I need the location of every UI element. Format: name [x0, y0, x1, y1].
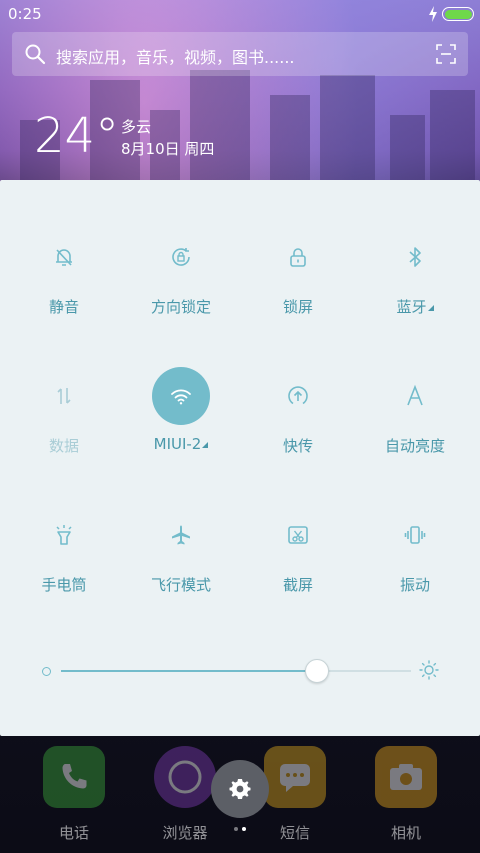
toggle-label: 振动 — [399, 576, 430, 594]
phone-icon — [62, 764, 87, 789]
brightness-slider[interactable] — [61, 670, 411, 672]
weather-temperature: 24° — [34, 108, 120, 164]
toggle-quick-share[interactable]: 快传 — [238, 367, 358, 477]
toggle-screenshot[interactable]: 截屏 — [238, 506, 358, 616]
brightness-fill — [61, 670, 317, 672]
dock-label-camera: 相机 — [390, 824, 421, 842]
toggle-label: MIUI-2 — [153, 435, 202, 453]
toggle-label: 飞行模式 — [150, 576, 211, 594]
dock-label-messages: 短信 — [279, 824, 310, 842]
dock-label-browser: 浏览器 — [162, 824, 208, 842]
brightness-high-icon — [419, 660, 439, 680]
expand-menu-icon — [427, 305, 434, 311]
screenshot-icon — [269, 506, 327, 564]
expand-menu-icon — [202, 442, 209, 448]
scan-icon[interactable] — [436, 44, 456, 64]
dock-app-camera[interactable] — [375, 746, 437, 808]
weather-date: 8月10日 周四 — [121, 140, 215, 158]
status-bar: 0:25 — [0, 0, 480, 28]
browser-icon — [168, 760, 202, 794]
brightness-low-icon — [42, 667, 51, 676]
dock-app-browser[interactable] — [154, 746, 216, 808]
page-indicator — [232, 827, 252, 833]
auto-brightness-icon — [386, 367, 444, 425]
toggle-bluetooth[interactable]: 蓝牙 — [355, 228, 475, 338]
toggle-label: 自动亮度 — [384, 437, 445, 455]
toggle-auto-brightness[interactable]: 自动亮度 — [355, 367, 475, 477]
search-bar[interactable]: 搜索应用，音乐，视频，图书...... — [12, 32, 468, 76]
toggle-label: 蓝牙 — [396, 298, 427, 316]
vibrate-icon — [386, 506, 444, 564]
airplane-icon — [152, 506, 210, 564]
rotation-lock-icon — [152, 228, 210, 286]
toggle-flashlight[interactable]: 手电筒 — [4, 506, 124, 616]
search-icon — [25, 44, 46, 65]
dock-app-messages[interactable] — [264, 746, 326, 808]
dock-app-phone[interactable] — [43, 746, 105, 808]
page-dot-active — [242, 827, 246, 831]
brightness-thumb[interactable] — [304, 659, 329, 683]
battery-icon — [442, 7, 474, 21]
toggle-label: 静音 — [48, 298, 79, 316]
toggle-vibrate[interactable]: 振动 — [355, 506, 475, 616]
bluetooth-icon — [386, 228, 444, 286]
toggle-airplane-mode[interactable]: 飞行模式 — [121, 506, 241, 616]
wifi-icon — [152, 367, 210, 425]
toggle-label-wrap: MIUI-2 — [121, 435, 241, 453]
flashlight-icon — [35, 506, 93, 564]
status-time: 0:25 — [8, 5, 42, 23]
search-placeholder: 搜索应用，音乐，视频，图书...... — [56, 48, 295, 67]
charging-icon — [429, 6, 437, 22]
bell-off-icon — [35, 228, 93, 286]
dock-label-phone: 电话 — [58, 824, 89, 842]
weather-condition: 多云 — [121, 118, 152, 136]
toggle-wifi[interactable]: MIUI-2 — [121, 367, 241, 477]
toggle-mobile-data[interactable]: 数据 — [4, 367, 124, 477]
toggle-label: 截屏 — [282, 576, 313, 594]
page-dot — [234, 827, 238, 831]
quick-share-icon — [269, 367, 327, 425]
toggle-lock-screen[interactable]: 锁屏 — [238, 228, 358, 338]
mobile-data-icon — [35, 367, 93, 425]
lock-icon — [269, 228, 327, 286]
toggle-label: 手电筒 — [41, 576, 87, 594]
toggle-label: 数据 — [48, 437, 79, 455]
toggle-label-wrap: 蓝牙 — [355, 296, 475, 317]
toggle-label: 快传 — [282, 437, 313, 455]
toggle-mute[interactable]: 静音 — [4, 228, 124, 338]
toggle-label: 锁屏 — [282, 298, 313, 316]
gear-icon — [229, 779, 251, 799]
quick-settings-panel: 静音 方向锁定 锁屏 蓝牙 数据 MIUI-2 快传 自动亮度 手电筒 飞行模式… — [0, 180, 480, 736]
battery-fill — [444, 9, 472, 19]
toggle-rotation-lock[interactable]: 方向锁定 — [121, 228, 241, 338]
settings-button[interactable] — [211, 760, 269, 818]
camera-icon — [390, 764, 422, 790]
toggle-label: 方向锁定 — [150, 298, 211, 316]
message-icon — [280, 764, 310, 792]
